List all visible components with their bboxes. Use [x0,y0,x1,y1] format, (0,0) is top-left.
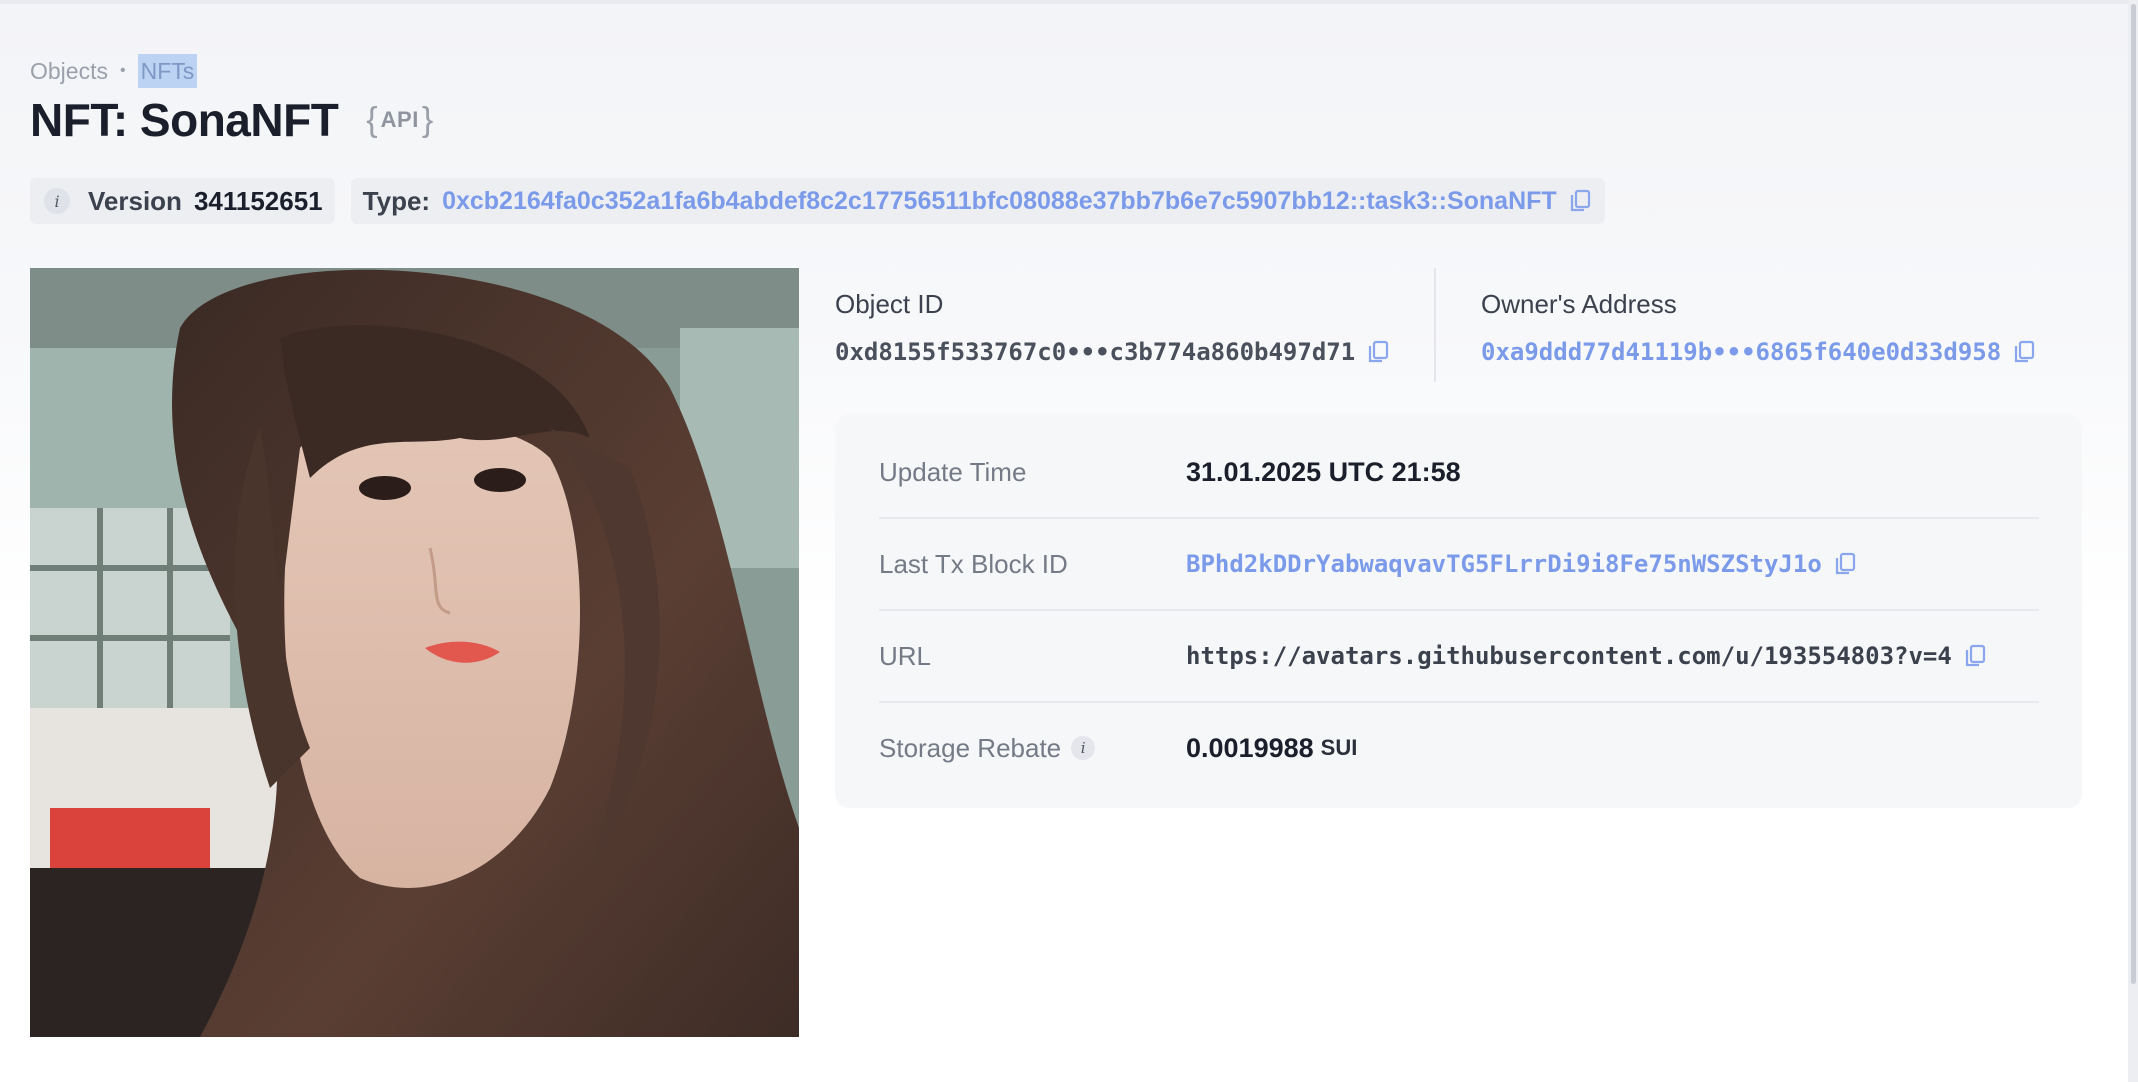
owner-address-value-row: 0xa9ddd77d41119b•••6865f640e0d33d958 [1481,334,2035,370]
storage-rebate-value: 0.0019988 [1186,732,1314,763]
version-pill: i Version 341152651 [30,178,335,224]
copy-icon[interactable] [1964,644,1986,668]
api-link[interactable]: { API } [366,101,433,140]
url-row: URL https://avatars.githubusercontent.co… [879,610,2039,702]
version-label: Version [88,185,182,216]
object-id-section: Object ID 0xd8155f533767c0•••c3b774a860b… [835,286,1389,370]
breadcrumb-objects-link[interactable]: Objects [30,58,108,85]
nft-image [30,268,799,1037]
object-id-value-row: 0xd8155f533767c0•••c3b774a860b497d71 [835,334,1389,370]
meta-row: i Version 341152651 Type: 0xcb2164fa0c35… [30,178,1605,224]
last-tx-row: Last Tx Block ID BPhd2kDDrYabwaqvavTG5FL… [879,518,2039,610]
owner-address-label: Owner's Address [1481,289,1677,319]
api-label: API [380,107,419,132]
type-link[interactable]: 0xcb2164fa0c352a1fa6b4abdef8c2c17756511b… [442,187,1557,216]
info-icon[interactable]: i [44,188,70,214]
info-icon[interactable]: i [1071,736,1096,760]
storage-rebate-label: Storage Rebate [879,732,1062,763]
last-tx-label: Last Tx Block ID [879,548,1068,579]
vertical-divider [1434,268,1436,382]
object-id-value: 0xd8155f533767c0•••c3b774a860b497d71 [835,338,1356,366]
details-card: Update Time 31.01.2025 UTC 21:58 Last Tx… [835,414,2082,808]
copy-icon[interactable] [2013,340,2035,364]
scrollbar-thumb[interactable] [2131,4,2136,984]
url-value: https://avatars.githubusercontent.com/u/… [1186,642,1952,670]
update-time-row: Update Time 31.01.2025 UTC 21:58 [879,426,2039,518]
copy-icon[interactable] [1367,340,1389,364]
storage-rebate-value-row: 0.0019988 SUI [1186,733,1357,764]
object-id-label: Object ID [835,289,944,319]
last-tx-link[interactable]: BPhd2kDDrYabwaqvavTG5FLrrDi9i8Fe75nWSZSt… [1186,550,1822,578]
title-row: NFT: SonaNFT { API } [30,90,433,150]
version-value: 341152651 [193,185,323,216]
storage-rebate-unit: SUI [1320,735,1358,760]
storage-rebate-row: Storage Rebate i 0.0019988 SUI [879,702,2039,794]
type-label: Type: [362,185,431,216]
scrollbar[interactable] [2128,0,2138,1082]
url-value-row: https://avatars.githubusercontent.com/u/… [1186,642,1986,670]
owner-address-section: Owner's Address 0xa9ddd77d41119b•••6865f… [1481,286,2035,370]
copy-icon[interactable] [1834,552,1856,576]
update-time-label: Update Time [879,456,1027,487]
copy-icon[interactable] [1569,189,1591,213]
owner-address-link[interactable]: 0xa9ddd77d41119b•••6865f640e0d33d958 [1481,334,2001,370]
url-label: URL [879,640,932,671]
storage-rebate-label-wrap: Storage Rebate i [879,733,1186,764]
top-border [0,0,2138,4]
type-pill: Type: 0xcb2164fa0c352a1fa6b4abdef8c2c177… [350,178,1605,224]
update-time-value: 31.01.2025 UTC 21:58 [1186,456,1461,487]
breadcrumb-separator: • [119,62,126,79]
breadcrumb-nfts-link[interactable]: NFTs [137,54,198,88]
breadcrumb: Objects • NFTs [30,54,198,88]
last-tx-value-row: BPhd2kDDrYabwaqvavTG5FLrrDi9i8Fe75nWSZSt… [1186,550,1856,578]
api-brace-open: { [366,100,378,139]
api-brace-close: } [421,100,434,139]
page-title: NFT: SonaNFT [30,94,339,146]
